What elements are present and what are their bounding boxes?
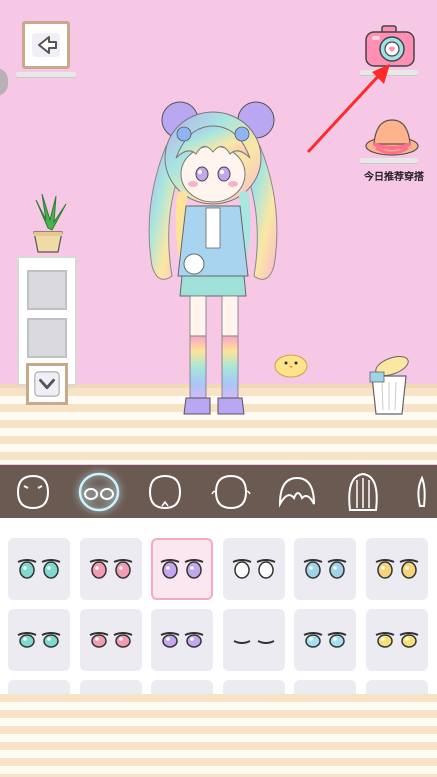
camera-icon	[365, 25, 415, 67]
eye-option[interactable]	[8, 538, 70, 600]
eye-style-icon	[160, 559, 204, 579]
chevron-down-icon	[34, 371, 60, 397]
tab-face-outline-1[interactable]	[132, 465, 198, 518]
eye-option[interactable]	[151, 680, 214, 694]
back-button[interactable]	[22, 21, 70, 69]
trash-can-icon	[369, 356, 409, 415]
cabinet-shelf-middle	[27, 318, 67, 358]
daily-outfit-button[interactable]	[362, 114, 422, 162]
eye-option[interactable]	[222, 609, 285, 671]
eyes-icon	[78, 472, 120, 511]
eye-style-icon	[160, 632, 204, 648]
camera-shelf	[360, 70, 418, 75]
potted-plant-icon	[33, 193, 67, 253]
eye-option[interactable]	[151, 609, 214, 671]
eye-style-icon	[303, 559, 347, 579]
eye-style-icon	[17, 632, 61, 648]
chick-icon	[274, 354, 308, 378]
character-doll[interactable]	[138, 96, 288, 438]
face-shape-icon	[16, 474, 50, 509]
hair-accessory-icon	[417, 475, 426, 507]
eye-option[interactable]	[222, 538, 285, 600]
cabinet-shelf-top	[27, 270, 67, 310]
eye-option[interactable]	[8, 609, 70, 671]
eye-style-icon	[303, 632, 347, 648]
daily-outfit-label: 今日推荐穿搭	[364, 172, 424, 183]
tab-back-hair[interactable]	[330, 465, 396, 518]
head-outline-icon	[148, 474, 182, 509]
eye-option[interactable]	[151, 538, 214, 600]
bangs-icon	[278, 476, 315, 508]
eye-options-grid	[0, 518, 437, 694]
eye-style-icon	[375, 632, 419, 648]
eye-option[interactable]	[294, 538, 357, 600]
tab-face-shape[interactable]	[0, 465, 66, 518]
eye-option[interactable]	[366, 538, 428, 600]
back-arrow-icon	[32, 33, 60, 57]
tab-eyes[interactable]	[66, 465, 132, 518]
eye-option[interactable]	[79, 538, 142, 600]
tab-bangs[interactable]	[264, 465, 330, 518]
head-outline-icon	[211, 474, 251, 509]
tab-face-outline-2[interactable]	[198, 465, 264, 518]
eye-option[interactable]	[294, 609, 357, 671]
dressup-screen: 今日推荐穿搭	[0, 0, 437, 777]
eye-option[interactable]	[294, 680, 357, 694]
eye-option[interactable]	[222, 680, 285, 694]
cabinet-toggle-button[interactable]	[26, 363, 68, 405]
eye-style-icon	[89, 559, 132, 579]
category-tabbar	[0, 465, 437, 518]
eye-style-icon	[232, 559, 276, 579]
eye-style-icon	[375, 559, 419, 579]
eye-option[interactable]	[79, 680, 142, 694]
bottom-floor	[0, 694, 437, 777]
hat-icon	[365, 119, 419, 156]
eye-option[interactable]	[8, 680, 70, 694]
tab-hair-accessory[interactable]	[396, 465, 437, 518]
eye-style-icon	[233, 640, 275, 644]
hat-shelf	[360, 158, 418, 163]
eye-option[interactable]	[366, 609, 428, 671]
eye-option[interactable]	[79, 609, 142, 671]
eye-style-icon	[17, 559, 61, 579]
eye-option[interactable]	[366, 680, 428, 694]
back-shelf	[16, 72, 76, 77]
back-hair-icon	[348, 472, 378, 511]
camera-button[interactable]	[362, 24, 418, 72]
eye-style-icon	[89, 632, 132, 648]
